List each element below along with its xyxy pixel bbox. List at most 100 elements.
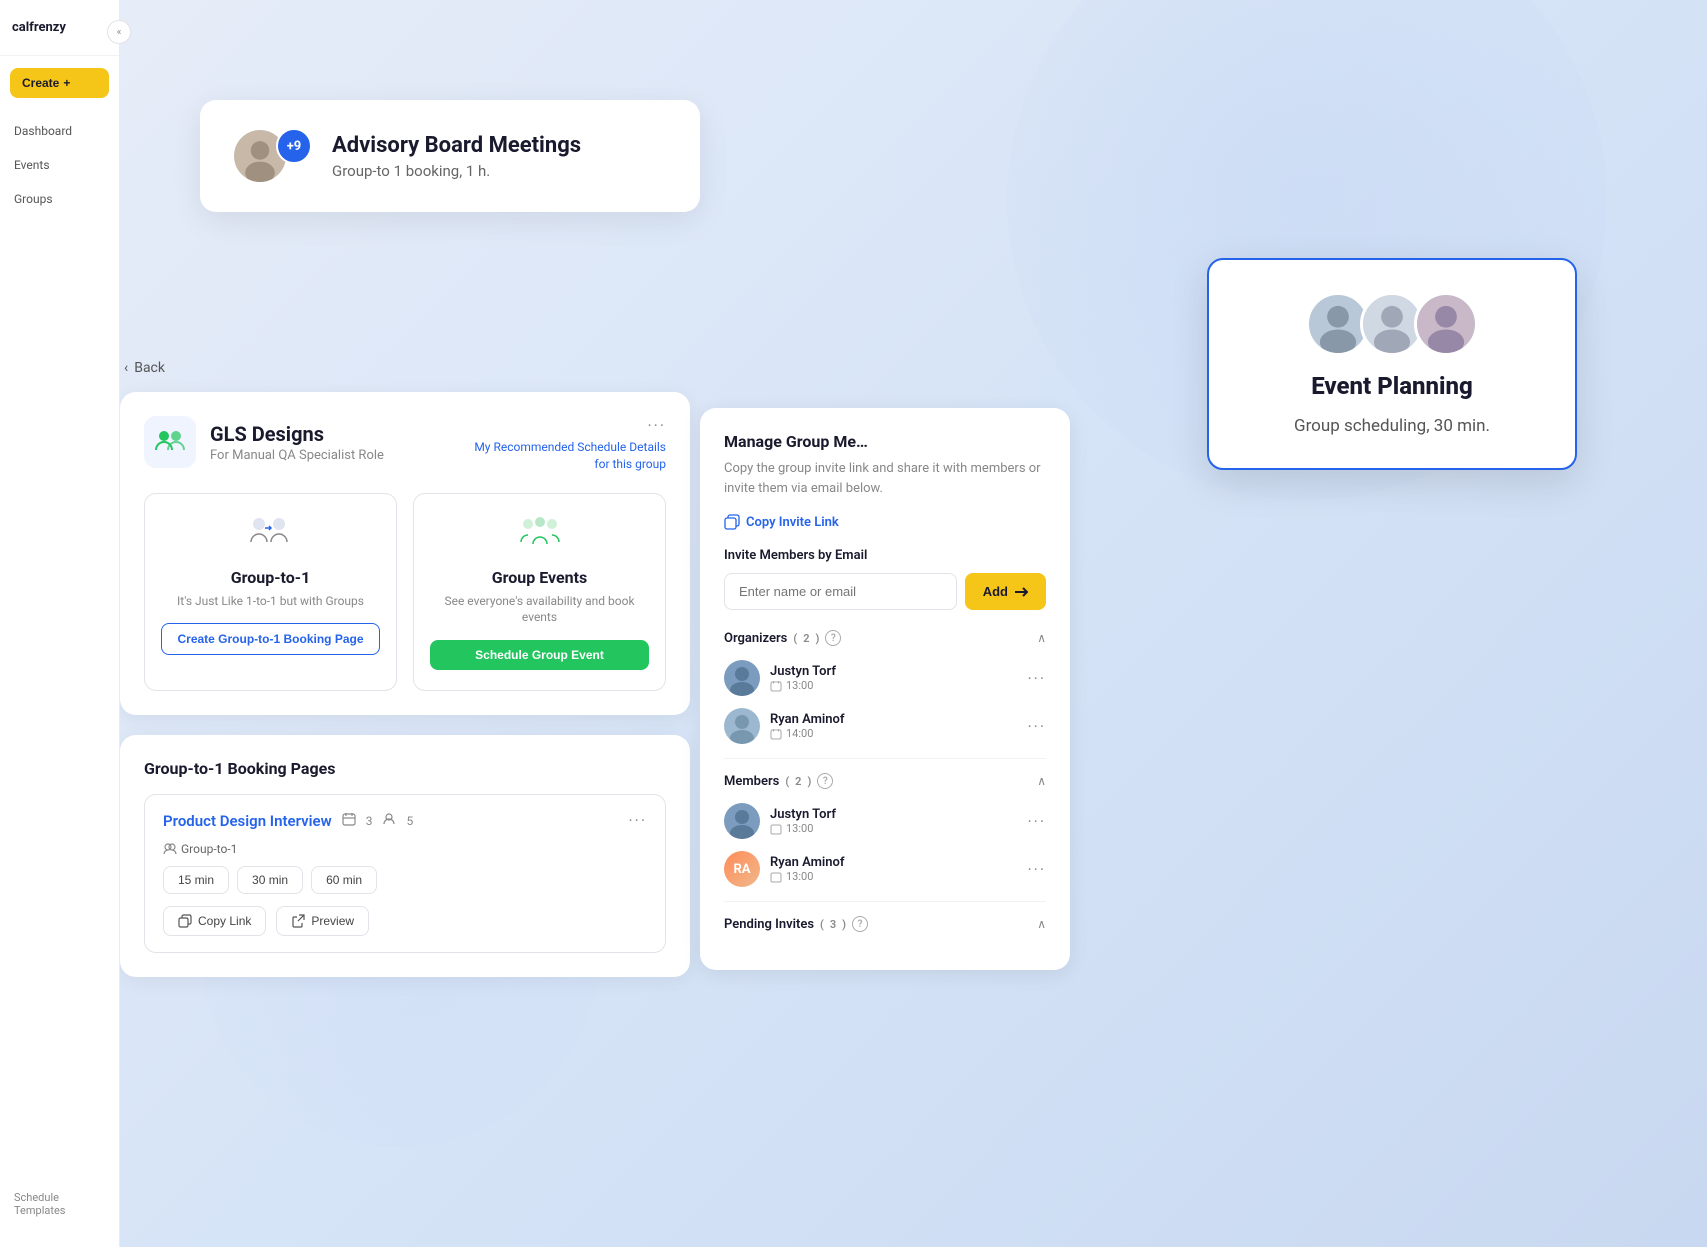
- group-subtitle: For Manual QA Specialist Role: [210, 448, 384, 463]
- group-to-1-icon: [161, 514, 380, 558]
- recommended-schedule-link[interactable]: My Recommended Schedule Details for this…: [474, 439, 666, 473]
- back-button[interactable]: ‹ Back: [120, 360, 690, 376]
- manage-group-panel: Manage Group Me… Copy the group invite l…: [700, 408, 1070, 970]
- external-link-icon: [291, 914, 305, 928]
- preview-button[interactable]: Preview: [276, 906, 369, 936]
- person-icon: [382, 812, 396, 829]
- invite-email-label: Invite Members by Email: [724, 548, 1046, 563]
- event-planning-subtitle: Group scheduling, 30 min.: [1294, 416, 1490, 436]
- calendar-count: 3: [366, 814, 373, 828]
- booking-item-header: Product Design Interview 3 5 ···: [163, 811, 647, 830]
- copy-invite-icon: [724, 514, 740, 530]
- group-name: GLS Designs: [210, 422, 384, 446]
- group-events-desc: See everyone's availability and book eve…: [430, 593, 649, 627]
- organizers-section-header[interactable]: Organizers (2) ? ∧: [724, 630, 1046, 646]
- duration-30min[interactable]: 30 min: [237, 866, 303, 894]
- booking-item-name[interactable]: Product Design Interview: [163, 812, 332, 830]
- advisory-subtitle: Group-to 1 booking, 1 h.: [332, 162, 581, 180]
- members-help-icon[interactable]: ?: [817, 773, 833, 789]
- sidebar-item-dashboard[interactable]: Dashboard: [0, 114, 119, 148]
- organizers-chevron-icon: ∧: [1037, 631, 1046, 645]
- copy-link-button[interactable]: Copy Link: [163, 906, 266, 936]
- invite-input-row: Add: [724, 573, 1046, 610]
- arrow-right-icon: [1014, 585, 1028, 599]
- organizer-row-1: Justyn Torf 13:00 ···: [724, 660, 1046, 696]
- event-planning-card: Event Planning Group scheduling, 30 min.: [1207, 258, 1577, 470]
- event-planning-avatars: [1306, 292, 1478, 356]
- advisory-title: Advisory Board Meetings: [332, 133, 581, 158]
- group-card-header: GLS Designs For Manual QA Specialist Rol…: [144, 416, 666, 473]
- type-options: Group-to-1 It's Just Like 1-to-1 but wit…: [144, 493, 666, 692]
- schedule-group-event-button[interactable]: Schedule Group Event: [430, 640, 649, 670]
- create-button[interactable]: Create +: [10, 68, 109, 98]
- sidebar-item-schedule-templates[interactable]: Schedule Templates: [0, 1181, 119, 1227]
- brand-logo: calfrenzy: [0, 20, 119, 56]
- group-card-icon: [144, 416, 196, 468]
- booking-item: Product Design Interview 3 5 ···: [144, 794, 666, 953]
- member-1-left: Justyn Torf 13:00: [724, 803, 836, 839]
- member-1-info: Justyn Torf 13:00: [770, 807, 836, 835]
- members-label: Members (2) ?: [724, 773, 833, 789]
- calendar-icon-m2: [770, 871, 782, 883]
- organizer-1-avatar: [724, 660, 760, 696]
- organizer-row-2: Ryan Aminof 14:00 ···: [724, 708, 1046, 744]
- member-1-avatar: [724, 803, 760, 839]
- calendar-icon: [342, 812, 356, 829]
- sidebar-collapse-button[interactable]: «: [107, 20, 131, 44]
- back-chevron-icon: ‹: [124, 360, 128, 376]
- member-2-avatar: RA: [724, 851, 760, 887]
- group-card-menu[interactable]: ···: [647, 416, 666, 435]
- advisory-info: Advisory Board Meetings Group-to 1 booki…: [332, 133, 581, 180]
- members-section-header[interactable]: Members (2) ? ∧: [724, 773, 1046, 789]
- manage-panel-desc: Copy the group invite link and share it …: [724, 459, 1046, 498]
- divider-1: [724, 758, 1046, 759]
- invite-email-input[interactable]: [724, 573, 957, 610]
- pending-invites-help-icon[interactable]: ?: [852, 916, 868, 932]
- member-2-menu[interactable]: ···: [1027, 860, 1046, 879]
- member-2-info: Ryan Aminof 13:00: [770, 855, 845, 883]
- copy-icon: [178, 914, 192, 928]
- booking-item-menu[interactable]: ···: [628, 811, 647, 830]
- advisory-avatar-group: +9: [232, 128, 312, 184]
- group-events-title: Group Events: [430, 568, 649, 587]
- person-count: 5: [406, 814, 413, 828]
- group-title: GLS Designs For Manual QA Specialist Rol…: [210, 422, 384, 463]
- member-row-1: Justyn Torf 13:00 ···: [724, 803, 1046, 839]
- group-to-1-title: Group-to-1: [161, 568, 380, 587]
- duration-15min[interactable]: 15 min: [163, 866, 229, 894]
- advisory-avatar-count: +9: [276, 128, 312, 164]
- member-row-2: RA Ryan Aminof 13:00 ···: [724, 851, 1046, 887]
- organizers-help-icon[interactable]: ?: [825, 630, 841, 646]
- members-chevron-icon: ∧: [1037, 774, 1046, 788]
- organizer-2-left: Ryan Aminof 14:00: [724, 708, 845, 744]
- add-invite-button[interactable]: Add: [965, 573, 1046, 610]
- group-to-1-option[interactable]: Group-to-1 It's Just Like 1-to-1 but wit…: [144, 493, 397, 692]
- booking-item-title-area: Product Design Interview 3 5: [163, 812, 413, 830]
- organizer-1-menu[interactable]: ···: [1027, 669, 1046, 688]
- sidebar-item-groups[interactable]: Groups: [0, 182, 119, 216]
- booking-pages-card: Group-to-1 Booking Pages Product Design …: [120, 735, 690, 977]
- sidebar-item-events[interactable]: Events: [0, 148, 119, 182]
- member-2-left: RA Ryan Aminof 13:00: [724, 851, 845, 887]
- group-card-actions: ··· My Recommended Schedule Details for …: [474, 416, 666, 473]
- booking-actions: Copy Link Preview: [163, 906, 647, 936]
- group-events-icon: [430, 514, 649, 558]
- group-to-1-desc: It's Just Like 1-to-1 but with Groups: [161, 593, 380, 610]
- create-group-to-1-button[interactable]: Create Group-to-1 Booking Page: [161, 623, 380, 655]
- organizers-label: Organizers (2) ?: [724, 630, 841, 646]
- divider-2: [724, 901, 1046, 902]
- calendar-icon-m1: [770, 823, 782, 835]
- copy-invite-link[interactable]: Copy Invite Link: [724, 514, 1046, 530]
- pending-invites-section-header[interactable]: Pending Invites (3) ? ∧: [724, 916, 1046, 932]
- event-planning-title: Event Planning: [1311, 372, 1473, 400]
- member-1-menu[interactable]: ···: [1027, 812, 1046, 831]
- pending-invites-label: Pending Invites (3) ?: [724, 916, 868, 932]
- organizer-2-info: Ryan Aminof 14:00: [770, 712, 845, 740]
- organizer-1-info: Justyn Torf 13:00: [770, 664, 836, 692]
- group-events-option[interactable]: Group Events See everyone's availability…: [413, 493, 666, 692]
- group-card: GLS Designs For Manual QA Specialist Rol…: [120, 392, 690, 715]
- organizer-2-menu[interactable]: ···: [1027, 717, 1046, 736]
- booking-type-badge: Group-to-1: [163, 842, 647, 856]
- calendar-small-icon: [770, 680, 782, 692]
- duration-60min[interactable]: 60 min: [311, 866, 377, 894]
